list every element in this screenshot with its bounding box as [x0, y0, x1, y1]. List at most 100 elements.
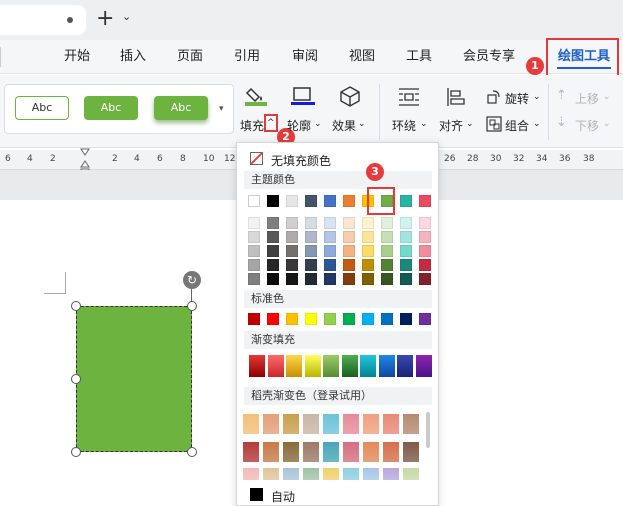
theme-shade-swatch[interactable] [400, 217, 412, 229]
move-up-chevron-icon[interactable]: ⌄ [603, 92, 611, 102]
theme-shade-swatch[interactable] [419, 273, 431, 285]
menu-home[interactable]: 开始 [64, 47, 90, 67]
standard-color-swatch[interactable] [419, 313, 431, 325]
standard-color-swatch[interactable] [248, 313, 260, 325]
theme-shade-swatch[interactable] [419, 259, 431, 271]
theme-shade-swatch[interactable] [381, 259, 393, 271]
docer-gradient-swatch[interactable] [303, 414, 319, 434]
theme-shade-swatch[interactable] [267, 259, 279, 271]
docer-gradient-swatch[interactable] [283, 468, 299, 480]
group-icon[interactable] [486, 116, 502, 132]
fill-bucket-icon[interactable] [244, 85, 268, 107]
wrap-label[interactable]: 环绕 [392, 117, 416, 134]
theme-shade-swatch[interactable] [400, 231, 412, 243]
docer-gradient-swatch[interactable] [363, 414, 379, 434]
align-chevron-icon[interactable]: ⌄ [466, 119, 474, 129]
menu-page[interactable]: 页面 [177, 47, 203, 67]
theme-color-swatch[interactable] [343, 195, 355, 207]
resize-handle-top-left[interactable] [71, 301, 81, 311]
theme-color-swatch[interactable] [267, 195, 279, 207]
docer-gradient-swatch[interactable] [303, 442, 319, 462]
theme-shade-swatch[interactable] [305, 273, 317, 285]
theme-shade-swatch[interactable] [362, 217, 374, 229]
theme-shade-swatch[interactable] [286, 273, 298, 285]
gradient-fill-swatch[interactable] [286, 355, 302, 377]
gallery-more-icon[interactable]: ▾ [219, 104, 224, 114]
theme-shade-swatch[interactable] [381, 217, 393, 229]
menu-reference[interactable]: 引用 [234, 47, 260, 67]
gradient-fill-swatch[interactable] [378, 355, 395, 377]
docer-gradient-swatch[interactable] [283, 442, 299, 462]
docer-gradient-swatch[interactable] [343, 442, 359, 462]
group-label[interactable]: 组合 [505, 117, 529, 134]
gradient-fill-swatch[interactable] [341, 355, 358, 377]
auto-color-option[interactable]: 自动 [271, 488, 295, 505]
move-down-chevron-icon[interactable]: ⌄ [603, 119, 611, 129]
theme-shade-swatch[interactable] [343, 273, 355, 285]
docer-gradient-swatch[interactable] [343, 468, 359, 480]
new-tab-icon[interactable]: + [96, 7, 114, 31]
gradient-fill-swatch[interactable] [360, 355, 376, 377]
theme-shade-swatch[interactable] [248, 217, 260, 229]
docer-gradient-swatch[interactable] [263, 414, 279, 434]
theme-shade-swatch[interactable] [248, 273, 260, 285]
rotate-icon[interactable] [486, 89, 502, 105]
menu-tools[interactable]: 工具 [406, 47, 432, 67]
menu-member[interactable]: 会员专享 [463, 47, 515, 67]
theme-color-swatch[interactable] [286, 195, 298, 207]
menu-review[interactable]: 审阅 [292, 47, 318, 67]
effect-cube-icon[interactable] [338, 85, 362, 107]
docer-gradient-swatch[interactable] [303, 468, 319, 480]
docer-gradient-swatch[interactable] [363, 468, 379, 480]
theme-shade-swatch[interactable] [381, 273, 393, 285]
docer-gradient-swatch[interactable] [243, 414, 259, 434]
docer-gradient-swatch[interactable] [263, 468, 279, 480]
gradient-fill-swatch[interactable] [249, 355, 265, 377]
theme-shade-swatch[interactable] [419, 245, 431, 257]
docer-gradient-swatch[interactable] [363, 442, 379, 462]
menu-insert[interactable]: 插入 [120, 47, 146, 67]
theme-shade-swatch[interactable] [286, 231, 298, 243]
standard-color-swatch[interactable] [324, 313, 336, 325]
theme-shade-swatch[interactable] [381, 245, 393, 257]
theme-shade-swatch[interactable] [362, 259, 374, 271]
theme-shade-swatch[interactable] [343, 259, 355, 271]
fill-dropdown-chevron-icon[interactable]: ^ [267, 118, 275, 128]
resize-handle-bottom-left[interactable] [71, 447, 81, 457]
menu-view[interactable]: 视图 [349, 47, 375, 67]
theme-shade-swatch[interactable] [286, 245, 298, 257]
docer-gradient-swatch[interactable] [343, 414, 359, 434]
auto-color-swatch[interactable] [250, 488, 263, 501]
theme-shade-swatch[interactable] [305, 245, 317, 257]
theme-shade-swatch[interactable] [248, 231, 260, 243]
theme-shade-swatch[interactable] [343, 231, 355, 243]
theme-shade-swatch[interactable] [362, 231, 374, 243]
no-fill-icon[interactable] [250, 152, 263, 165]
shape-style-filled[interactable]: Abc [84, 96, 138, 120]
move-down-icon[interactable]: ⇣ [556, 115, 567, 130]
docer-gradient-swatch[interactable] [283, 414, 299, 434]
docer-gradient-swatch[interactable] [403, 414, 419, 434]
theme-shade-swatch[interactable] [400, 245, 412, 257]
theme-shade-swatch[interactable] [267, 273, 279, 285]
rotate-handle-icon[interactable]: ↻ [183, 271, 201, 289]
docer-gradient-swatch[interactable] [323, 442, 339, 462]
docer-gradient-swatch[interactable] [323, 414, 339, 434]
outline-label[interactable]: 轮廓 [287, 117, 311, 134]
standard-color-swatch[interactable] [381, 313, 393, 325]
theme-shade-swatch[interactable] [267, 217, 279, 229]
theme-shade-swatch[interactable] [343, 217, 355, 229]
theme-color-swatch[interactable] [305, 195, 317, 207]
move-down-label[interactable]: 下移 [575, 117, 599, 134]
theme-shade-swatch[interactable] [400, 259, 412, 271]
theme-shade-swatch[interactable] [267, 231, 279, 243]
docer-scrollbar[interactable] [426, 412, 430, 448]
gradient-fill-swatch[interactable] [323, 355, 339, 377]
gradient-fill-swatch[interactable] [267, 355, 284, 377]
docer-gradient-swatch[interactable] [243, 442, 259, 462]
theme-color-swatch[interactable] [324, 195, 336, 207]
docer-gradient-swatch[interactable] [323, 468, 339, 480]
docer-gradient-swatch[interactable] [383, 442, 399, 462]
move-up-icon[interactable]: ⇡ [556, 88, 567, 103]
theme-shade-swatch[interactable] [248, 245, 260, 257]
